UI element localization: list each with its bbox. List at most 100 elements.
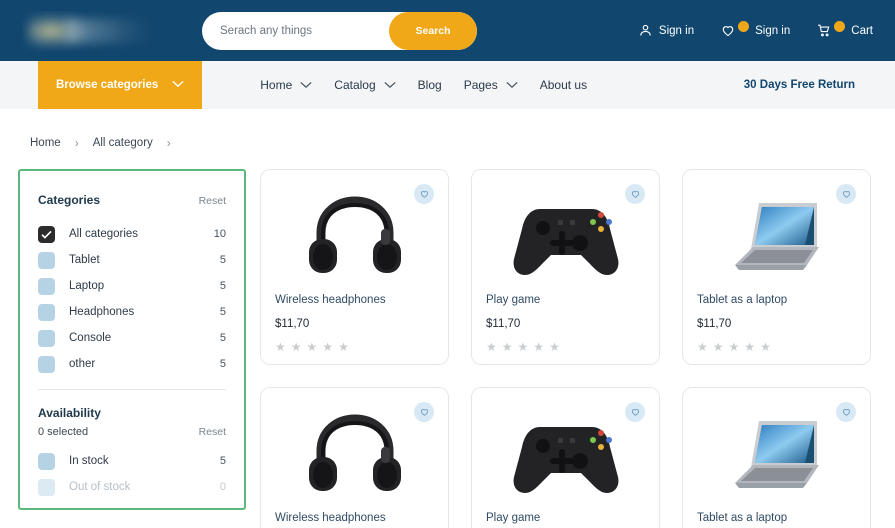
checkbox-checked-icon[interactable] [38, 225, 55, 243]
categories-filter-header: Categories Reset [38, 193, 226, 207]
star-icon: ★ [306, 340, 318, 354]
nav-item-about-us-label: About us [539, 78, 588, 92]
filter-count: 5 [219, 455, 226, 467]
filter-option-laptop[interactable]: Laptop 5 [38, 273, 226, 299]
filter-count: 5 [219, 358, 226, 370]
availability-subheader: 0 selected Reset [38, 426, 226, 438]
breadcrumb-item-all-category[interactable]: All category [93, 137, 153, 149]
checkbox-icon[interactable] [38, 303, 55, 321]
chevron-down-icon [172, 79, 184, 91]
availability-filter-title: Availability [38, 406, 101, 420]
filter-option-console[interactable]: Console 5 [38, 325, 226, 351]
filter-label: Laptop [69, 280, 105, 292]
filter-option-other[interactable]: other 5 [38, 351, 226, 377]
breadcrumb: Home › All category › [0, 109, 895, 155]
search-button[interactable]: Search [389, 11, 477, 50]
user-icon [638, 23, 653, 38]
product-rating[interactable]: ★ ★ ★ ★ ★ [486, 341, 645, 353]
nav-item-catalog[interactable]: Catalog [334, 78, 396, 92]
star-icon: ★ [275, 340, 286, 354]
free-return-promo[interactable]: 30 Days Free Return [744, 79, 855, 91]
cart-action[interactable]: Cart [816, 21, 873, 38]
checkbox-icon[interactable] [38, 251, 55, 269]
checkbox-icon[interactable] [38, 452, 55, 470]
checkbox-icon[interactable] [38, 277, 55, 295]
product-card[interactable]: Play game $11,70 ★ ★ ★ ★ ★ [471, 387, 660, 528]
product-name: Play game [486, 294, 541, 306]
filter-count: 5 [219, 254, 226, 266]
star-icon: ★ [517, 340, 529, 354]
headphones-image [275, 184, 434, 288]
filter-option-tablet[interactable]: Tablet 5 [38, 247, 226, 273]
star-icon: ★ [760, 340, 771, 354]
wishlist-heart-icon[interactable] [836, 184, 856, 204]
heart-icon [720, 23, 736, 38]
categories-reset-link[interactable]: Reset [199, 195, 226, 207]
filter-divider [38, 389, 226, 390]
gamepad-image [486, 402, 645, 506]
product-rating[interactable]: ★ ★ ★ ★ ★ [275, 341, 434, 353]
search-input[interactable] [202, 24, 389, 37]
chevron-down-icon [300, 78, 312, 92]
product-rating[interactable]: ★ ★ ★ ★ ★ [697, 341, 856, 353]
filter-option-in-stock[interactable]: In stock 5 [38, 448, 226, 474]
star-icon: ★ [486, 340, 497, 354]
product-card[interactable]: Tablet as a laptop $11,70 ★ ★ ★ ★ ★ [682, 169, 871, 365]
checkbox-icon[interactable] [38, 329, 55, 347]
logo-wordmark-blur [66, 18, 152, 43]
main-nav-bar: Browse categories Home Catalog Blog Page… [0, 61, 895, 109]
product-price: $11,70 [697, 318, 732, 330]
cart-badge [834, 21, 846, 32]
breadcrumb-item-home[interactable]: Home [30, 137, 61, 149]
sign-in-account-label: Sign in [658, 24, 695, 37]
filter-count: 5 [219, 332, 226, 344]
star-icon: ★ [501, 340, 513, 354]
header-actions: Sign in Sign in Cart [638, 21, 873, 38]
product-card[interactable]: Wireless headphones $11,70 ★ ★ ★ ★ ★ [260, 169, 449, 365]
nav-item-blog[interactable]: Blog [418, 78, 442, 92]
checkbox-icon[interactable] [38, 355, 55, 373]
gamepad-image [486, 184, 645, 288]
wishlist-heart-icon[interactable] [625, 402, 645, 422]
wishlist-action[interactable]: Sign in [720, 21, 791, 38]
product-name: Wireless headphones [275, 512, 386, 524]
laptop-image [697, 402, 856, 506]
product-card[interactable]: Tablet as a laptop $11,70 ★ ★ ★ ★ ★ [682, 387, 871, 528]
search-bar[interactable]: Search [202, 11, 477, 50]
filter-option-headphones[interactable]: Headphones 5 [38, 299, 226, 325]
chevron-right-icon: › [74, 136, 79, 150]
nav-item-blog-label: Blog [417, 78, 442, 92]
wishlist-heart-icon[interactable] [414, 184, 434, 204]
chevron-right-icon: › [166, 136, 171, 150]
nav-item-about-us[interactable]: About us [540, 78, 587, 92]
top-header-bar: Search Sign in Sign in [0, 0, 895, 61]
wishlist-heart-icon[interactable] [414, 402, 434, 422]
product-price: $11,70 [486, 318, 521, 330]
filter-sidebar: Categories Reset All categories 10 Table… [18, 169, 246, 510]
product-card[interactable]: Wireless headphones $11,70 ★ ★ ★ ★ ★ [260, 387, 449, 528]
browse-categories-button[interactable]: Browse categories [38, 61, 203, 109]
filter-label: Tablet [69, 254, 100, 266]
site-logo[interactable] [22, 11, 154, 51]
product-name: Play game [486, 512, 541, 524]
filter-option-all-categories[interactable]: All categories 10 [38, 221, 226, 247]
wishlist-heart-icon[interactable] [836, 402, 856, 422]
filter-count: 5 [219, 306, 226, 318]
availability-reset-link[interactable]: Reset [199, 426, 226, 438]
nav-links: Home Catalog Blog Pages About us [260, 61, 587, 109]
nav-item-home[interactable]: Home [260, 78, 312, 92]
wishlist-label: Sign in [755, 24, 791, 37]
nav-item-pages[interactable]: Pages [464, 78, 518, 92]
product-price: $11,70 [275, 318, 310, 330]
filter-label: In stock [69, 455, 109, 467]
sign-in-account-action[interactable]: Sign in [638, 23, 694, 38]
nav-item-pages-label: Pages [463, 78, 498, 92]
categories-filter-title: Categories [38, 193, 101, 207]
wishlist-heart-icon[interactable] [625, 184, 645, 204]
filter-label: Console [69, 332, 112, 344]
product-card[interactable]: Play game $11,70 ★ ★ ★ ★ ★ [471, 169, 660, 365]
star-icon: ★ [549, 340, 560, 354]
star-icon: ★ [533, 340, 545, 354]
nav-item-catalog-label: Catalog [334, 78, 376, 92]
filter-count: 0 [219, 481, 226, 493]
